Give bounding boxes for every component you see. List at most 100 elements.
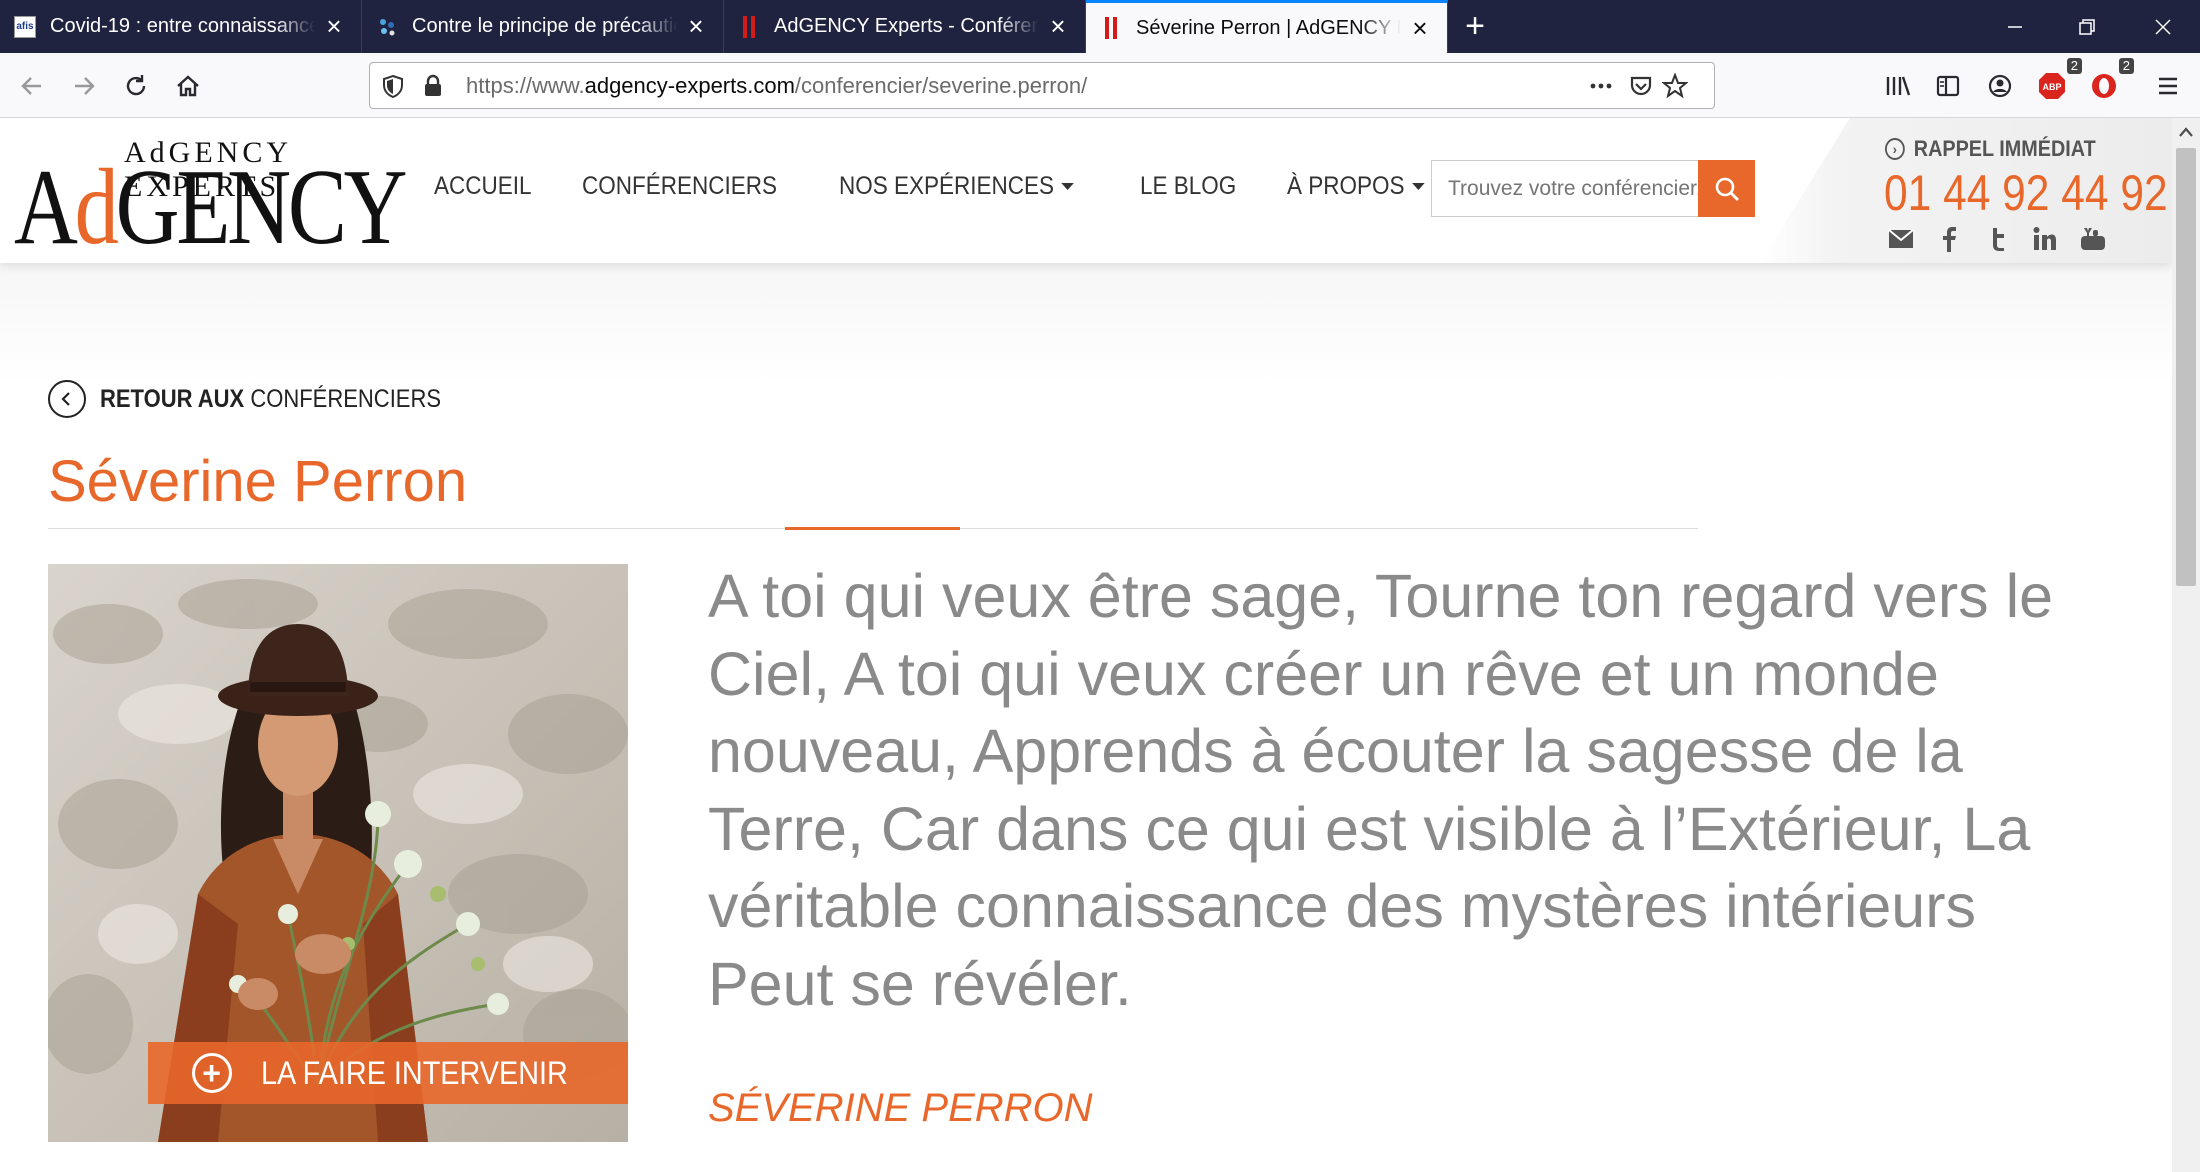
close-icon[interactable]: × (683, 11, 709, 41)
back-button[interactable] (10, 64, 54, 108)
search-icon (1715, 177, 1739, 201)
more-icon (1590, 83, 1612, 89)
twitter-icon[interactable] (1984, 226, 2010, 252)
home-button[interactable] (166, 64, 210, 108)
star-icon (1662, 73, 1688, 99)
chevron-right-circle-icon: › (1885, 138, 1905, 160)
minimize-button[interactable] (1980, 0, 2050, 53)
account-button[interactable] (1978, 64, 2022, 108)
adblock-badge: 2 (2066, 58, 2082, 74)
opera-extension-button[interactable]: 2 (2082, 58, 2134, 108)
facebook-icon[interactable] (1936, 226, 1962, 252)
menu-item-accueil[interactable]: ACCUEIL (434, 172, 532, 201)
site-header: AdGENCY EXPERTS AdGENCY ACCUEIL CONFÉREN… (0, 118, 2172, 263)
menu-label: ACCUEIL (434, 172, 532, 200)
menu-button[interactable] (2146, 64, 2190, 108)
caret-down-icon (1061, 183, 1074, 190)
tab-adgency[interactable]: AdGENCY Experts - Conférencier × (724, 0, 1086, 53)
scroll-up-arrow-icon[interactable] (2172, 118, 2200, 146)
menu-item-nos-experiences[interactable]: NOS EXPÉRIENCES (839, 172, 1074, 201)
adgency-favicon-icon (1100, 17, 1122, 39)
first-name: Séverine (48, 449, 277, 514)
page-actions-button[interactable] (1586, 71, 1616, 101)
address-bar[interactable]: https://www.adgency-experts.com/conferen… (369, 62, 1715, 109)
logo-letter-a: A (14, 148, 78, 267)
plus-circle-icon: + (191, 1053, 232, 1093)
phone-number[interactable]: 01 44 92 44 92 (1884, 164, 2168, 222)
adgency-favicon-icon (738, 15, 760, 38)
url-prefix: https://www. (466, 73, 585, 98)
bookmark-button[interactable] (1660, 71, 1690, 101)
tab-title: Séverine Perron | AdGENCY EXPERTS (1136, 16, 1401, 39)
close-icon (2155, 18, 2171, 35)
forward-button[interactable] (62, 64, 106, 108)
reload-icon (126, 75, 146, 96)
page-scrollbar[interactable] (2172, 118, 2200, 1172)
back-link-rest: CONFÉRENCIERS (250, 384, 442, 413)
callback-label: RAPPEL IMMÉDIAT (1913, 136, 2096, 161)
restore-button[interactable] (2052, 0, 2122, 53)
arrow-left-icon (21, 77, 41, 95)
last-name: Perron (293, 449, 468, 514)
menu-label: CONFÉRENCIERS (582, 172, 778, 200)
chevron-left-circle-icon (48, 380, 86, 418)
main-menu: ACCUEIL CONFÉRENCIERS NOS EXPÉRIENCES LE… (434, 172, 1440, 201)
account-icon (1988, 74, 2012, 98)
book-speaker-button[interactable]: + LA FAIRE INTERVENIR (148, 1042, 628, 1104)
adblock-icon: ABP (2039, 73, 2065, 99)
tab-bar: afis Covid-19 : entre connaissance et × … (0, 0, 2200, 53)
hamburger-icon (2159, 77, 2177, 95)
linkedin-icon[interactable] (2032, 226, 2058, 252)
tab-covid[interactable]: afis Covid-19 : entre connaissance et × (0, 0, 362, 53)
tab-severine-perron[interactable]: Séverine Perron | AdGENCY EXPERTS × (1086, 0, 1448, 53)
speaker-quote: A toi qui veux être sage, Tourne ton reg… (708, 562, 2054, 1018)
close-icon[interactable]: × (321, 11, 347, 41)
adgency-logo[interactable]: AdGENCY EXPERTS AdGENCY (14, 136, 408, 262)
pocket-icon (1630, 76, 1652, 96)
youtube-icon[interactable] (2080, 226, 2106, 252)
sidebar-button[interactable] (1926, 64, 1970, 108)
tab-title: Contre le principe de précaution (412, 15, 677, 37)
new-tab-button[interactable]: + (1455, 0, 1495, 53)
arrow-right-icon (75, 77, 95, 95)
social-links (1888, 226, 2106, 252)
extension-badge: 2 (2118, 58, 2134, 74)
close-icon[interactable]: × (1407, 13, 1433, 43)
menu-item-a-propos[interactable]: À PROPOS (1287, 172, 1425, 201)
navigation-toolbar: https://www.adgency-experts.com/conferen… (0, 53, 2200, 118)
menu-item-conferenciers[interactable]: CONFÉRENCIERS (582, 172, 777, 201)
back-link-bold: RETOUR AUX (100, 384, 245, 413)
extension-o-icon (2092, 74, 2116, 98)
adblock-label: ABP (2042, 82, 2061, 92)
url-path: /conferencier/severine.perron/ (794, 73, 1088, 98)
restore-icon (2079, 18, 2095, 35)
sidebar-icon (1936, 75, 1960, 97)
close-window-button[interactable] (2128, 0, 2198, 53)
tab-title: Covid-19 : entre connaissance et (50, 15, 315, 37)
pocket-button[interactable] (1626, 71, 1656, 101)
speaker-photo: + LA FAIRE INTERVENIR (48, 564, 628, 1142)
caret-down-icon (1411, 183, 1425, 190)
shield-icon[interactable] (380, 73, 406, 99)
quote-author: SÉVERINE PERRON (708, 1086, 1093, 1130)
search-button[interactable] (1698, 160, 1755, 217)
callback-link[interactable]: › RAPPEL IMMÉDIAT (1885, 136, 2096, 162)
url-text[interactable]: https://www.adgency-experts.com/conferen… (466, 63, 1087, 108)
library-icon (1886, 76, 1911, 96)
adblock-button[interactable]: ABP 2 (2030, 58, 2082, 108)
close-icon[interactable]: × (1045, 11, 1071, 41)
logo-letter-d: d (74, 148, 119, 267)
tab-precaution[interactable]: Contre le principe de précaution × (362, 0, 724, 53)
lock-icon[interactable] (420, 73, 446, 99)
speaker-search-input[interactable] (1431, 160, 1698, 217)
mail-icon[interactable] (1888, 226, 1914, 252)
scrollbar-thumb[interactable] (2176, 148, 2196, 586)
logo-wordmark: AdGENCY (14, 154, 408, 262)
menu-item-le-blog[interactable]: LE BLOG (1140, 172, 1236, 201)
web-page: AdGENCY EXPERTS AdGENCY ACCUEIL CONFÉREN… (0, 118, 2172, 1172)
library-button[interactable] (1876, 64, 1920, 108)
hero-background (0, 263, 2172, 383)
reload-button[interactable] (114, 64, 158, 108)
home-icon (177, 75, 199, 97)
back-to-speakers-link[interactable]: RETOUR AUX CONFÉRENCIERS (48, 380, 488, 418)
